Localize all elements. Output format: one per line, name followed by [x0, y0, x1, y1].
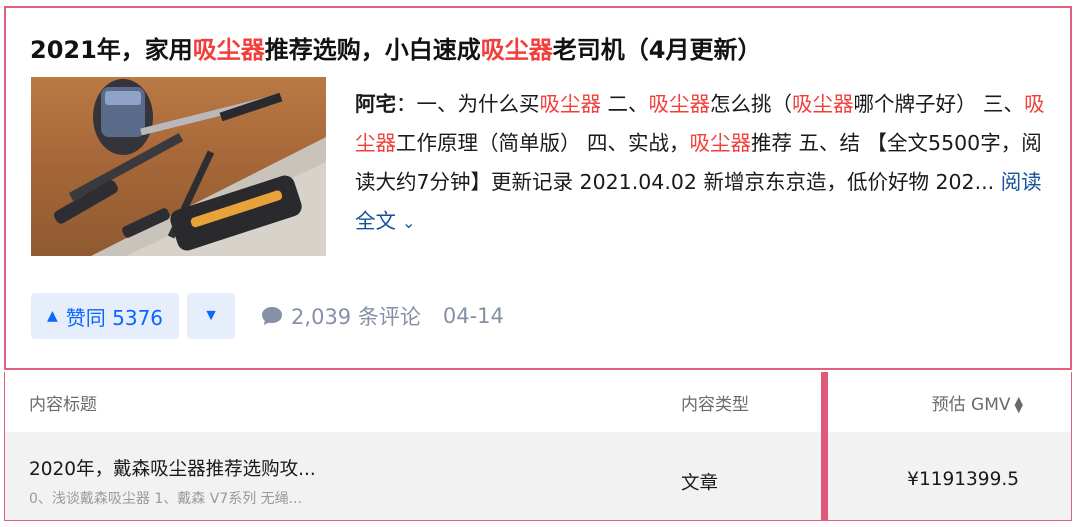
triangle-down-icon: ▼	[203, 307, 219, 324]
vote-up-button[interactable]: ▲ 赞同 5376	[31, 293, 180, 339]
sort-icon[interactable]: ▲ ▼	[1015, 395, 1023, 414]
row-subtitle: 0、浅谈戴森吸尘器 1、戴森 V7系列 无绳...	[29, 491, 302, 507]
triangle-up-icon: ▲	[47, 308, 58, 324]
comments-button[interactable]: 2,039 条评论	[261, 301, 421, 331]
row-type: 文章	[681, 473, 719, 494]
excerpt-segment: 二、	[601, 92, 649, 116]
vote-down-button[interactable]: ▼	[187, 293, 236, 339]
title-segment: 推荐选购，小白速成	[264, 36, 481, 64]
excerpt-segment: 哪个牌子好） 三、	[853, 92, 1025, 116]
column-divider	[821, 372, 828, 520]
excerpt-segment: 吸尘器	[648, 92, 711, 116]
content-table: 内容标题 内容类型 预估 GMV ▲ ▼ 2020年，戴森吸尘器推荐选购攻... 0…	[4, 372, 1072, 521]
row-gmv: ¥1191399.5	[907, 469, 1019, 490]
speech-bubble-icon	[262, 307, 283, 325]
action-bar: ▲ 赞同 5376 ▼ 2,039 条评论 04-14	[31, 293, 504, 339]
answer-excerpt: 阿宅：一、为什么买吸尘器 二、吸尘器怎么挑（吸尘器哪个牌子好） 三、吸尘器工作原…	[355, 85, 1055, 242]
excerpt-segment: 吸尘器	[539, 92, 602, 116]
header-gmv[interactable]: 预估 GMV ▲ ▼	[932, 390, 1023, 415]
author-name[interactable]: 阿宅	[355, 92, 396, 116]
row-title[interactable]: 2020年，戴森吸尘器推荐选购攻...	[29, 455, 316, 481]
vote-up-label: 赞同 5376	[65, 305, 164, 330]
excerpt-segment: 怎么挑（	[710, 92, 793, 116]
title-segment: 吸尘器	[480, 36, 553, 64]
excerpt-text: ：一、为什么买吸尘器 二、吸尘器怎么挑（吸尘器哪个牌子好） 三、吸尘器工作原理（…	[355, 92, 1045, 194]
excerpt-segment: ：一、为什么买	[396, 92, 540, 116]
title-segment: 吸尘器	[192, 36, 265, 64]
header-content-type: 内容类型	[681, 395, 749, 415]
excerpt-segment: 吸尘器	[792, 92, 854, 116]
vacuum-cleaner-image[interactable]	[31, 77, 326, 256]
answer-date: 04-14	[442, 304, 504, 328]
answer-title[interactable]: 2021年，家用吸尘器推荐选购，小白速成吸尘器老司机（4月更新）	[30, 30, 762, 65]
answer-card: 2021年，家用吸尘器推荐选购，小白速成吸尘器老司机（4月更新） 阿宅：一、为什…	[4, 6, 1072, 370]
excerpt-segment: 吸尘器	[689, 131, 752, 155]
comments-count: 2,039 条评论	[291, 305, 421, 329]
title-segment: 2021年，家用	[30, 36, 193, 64]
header-gmv-label: 预估 GMV	[931, 395, 1011, 415]
chevron-down-icon: ⌄	[402, 213, 416, 232]
header-content-title: 内容标题	[29, 395, 97, 415]
excerpt-segment: 工作原理（简单版） 四、实战，	[396, 131, 690, 155]
title-segment: 老司机（4月更新）	[552, 36, 762, 64]
vacuum-illustration	[54, 79, 326, 256]
